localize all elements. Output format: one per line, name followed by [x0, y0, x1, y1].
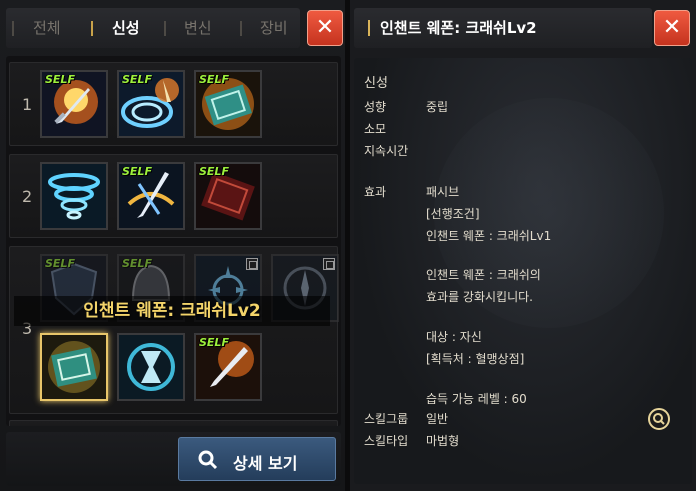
self-badge: SELF [122, 165, 152, 178]
skill-detail-panel: 인챈트 웨폰: 크래쉬Lv2 ✕ 신성 성향 중립 소모 지속시간 효과 패시브… [350, 0, 696, 491]
skill-list[interactable]: 1 SELF SELF SELF 2 SELF SELF 3 SELF SELF… [6, 56, 341, 426]
skill-row-4 [9, 420, 338, 426]
effect-line: 습득 가능 레벨 : 60 [426, 392, 527, 406]
close-button[interactable]: ✕ [654, 10, 690, 46]
close-button[interactable]: ✕ [307, 10, 343, 46]
enchant-book-icon [42, 335, 106, 399]
tab-transform[interactable]: 변신 [184, 8, 212, 48]
row-number: 2 [22, 187, 33, 206]
title-accent-bar [368, 20, 370, 36]
skill-slot[interactable]: SELF [40, 70, 108, 138]
skill-slot[interactable]: SELF [194, 162, 262, 230]
tab-separator [12, 21, 14, 36]
magnifier-icon[interactable] [648, 408, 670, 430]
row-number: 1 [22, 95, 33, 114]
lock-icon [323, 258, 335, 270]
self-badge: SELF [199, 165, 229, 178]
field-skill-type-value: 마법형 [426, 434, 460, 448]
tornado-icon [42, 164, 106, 228]
field-duration-label: 지속시간 [364, 144, 409, 158]
effect-line: 패시브 [426, 185, 460, 199]
self-badge: SELF [45, 73, 75, 86]
close-icon: ✕ [662, 15, 682, 40]
skill-slot[interactable] [40, 162, 108, 230]
search-icon [198, 450, 218, 470]
field-skill-type-label: 스킬타입 [364, 434, 409, 448]
category-tabbar: 전체 신성 변신 장비 [6, 8, 300, 48]
self-badge: SELF [122, 257, 152, 270]
tab-separator [240, 21, 242, 36]
field-alignment-value: 중립 [426, 100, 449, 114]
field-skill-group-value: 일반 [426, 412, 449, 426]
skill-row-3: 3 SELF SELF SELF [9, 246, 339, 414]
effect-line: [선행조건] [426, 207, 480, 221]
detail-body[interactable]: 신성 성향 중립 소모 지속시간 효과 패시브 [선행조건] 인챈트 웨폰 : … [354, 58, 692, 484]
skill-slot-selected[interactable] [40, 333, 108, 401]
detail-header: 인챈트 웨폰: 크래쉬Lv2 [354, 8, 652, 48]
tab-all[interactable]: 전체 [33, 8, 61, 48]
detail-title: 인챈트 웨폰: 크래쉬Lv2 [380, 19, 537, 37]
field-alignment-label: 성향 [364, 100, 387, 114]
skill-slot[interactable]: SELF [194, 333, 262, 401]
skill-hover-label: 인챈트 웨폰: 크래쉬Lv2 [14, 296, 330, 326]
field-cost-label: 소모 [364, 122, 387, 136]
lock-icon [246, 258, 258, 270]
skill-row-2: 2 SELF SELF [9, 154, 338, 238]
self-badge: SELF [122, 73, 152, 86]
skill-slot[interactable]: SELF [117, 70, 185, 138]
field-effect-label: 효과 [364, 185, 387, 199]
effect-line: 효과를 강화시킵니다. [426, 290, 533, 304]
self-badge: SELF [45, 257, 75, 270]
effect-line: 인챈트 웨폰 : 크래쉬의 [426, 268, 541, 282]
hourglass-icon [119, 335, 183, 399]
tab-divine[interactable]: 신성 [112, 8, 140, 48]
self-badge: SELF [199, 336, 229, 349]
skill-list-panel: 전체 신성 변신 장비 ✕ 1 SELF SELF SELF 2 SELF SE… [0, 0, 345, 491]
skill-slot[interactable]: SELF [194, 70, 262, 138]
detail-view-label: 상세 보기 [233, 454, 298, 473]
close-icon: ✕ [315, 15, 335, 40]
detail-category: 신성 [364, 76, 388, 91]
tab-separator [164, 21, 166, 36]
detail-view-button[interactable]: 상세 보기 [178, 437, 336, 481]
tab-separator-active [91, 21, 93, 36]
effect-line: [획득처 : 혈맹상점] [426, 352, 525, 366]
effect-line: 대상 : 자신 [426, 330, 482, 344]
field-skill-group-label: 스킬그룹 [364, 412, 409, 426]
self-badge: SELF [199, 73, 229, 86]
tab-equipment[interactable]: 장비 [260, 8, 288, 48]
skill-slot[interactable] [117, 333, 185, 401]
skill-slot[interactable]: SELF [117, 162, 185, 230]
effect-line: 인챈트 웨폰 : 크래쉬Lv1 [426, 229, 552, 243]
skill-row-1: 1 SELF SELF SELF [9, 62, 338, 146]
